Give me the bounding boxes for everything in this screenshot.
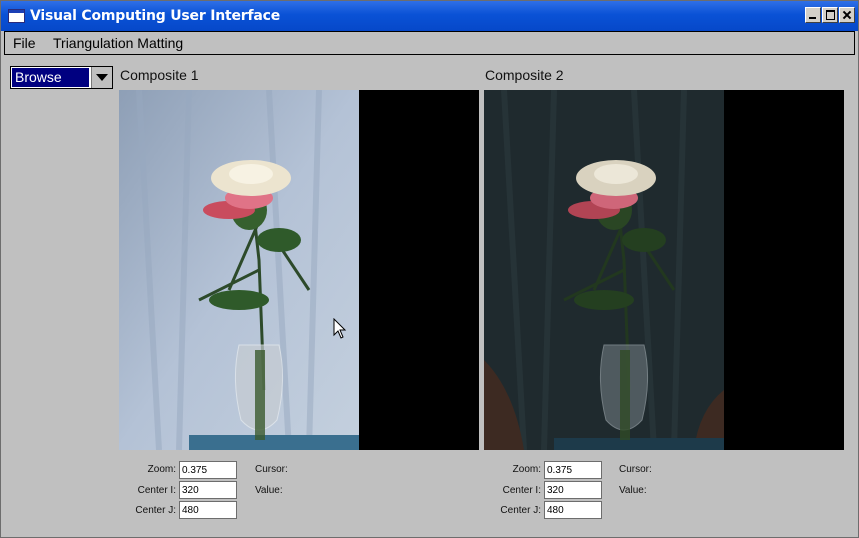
zoom-input-1[interactable] — [179, 461, 237, 479]
center-j-label-1: Center J: — [135, 505, 176, 516]
center-i-input-1[interactable] — [179, 481, 237, 499]
mode-dropdown-value: Browse — [12, 68, 89, 87]
center-j-input-2[interactable] — [544, 501, 602, 519]
minimize-button[interactable] — [805, 7, 821, 23]
composite-2-photo — [484, 90, 724, 450]
center-i-label-2: Center I: — [502, 485, 541, 496]
center-i-input-2[interactable] — [544, 481, 602, 499]
composite-1-label: Composite 1 — [120, 67, 199, 83]
cursor-label-1: Cursor: — [255, 464, 288, 475]
zoom-label-1: Zoom: — [147, 464, 176, 475]
composite-2-viewport[interactable] — [484, 90, 844, 450]
title-bar[interactable]: Visual Computing User Interface — [1, 1, 858, 31]
menu-bar: File Triangulation Matting — [4, 31, 855, 55]
center-j-input-1[interactable] — [179, 501, 237, 519]
mode-dropdown[interactable]: Browse — [10, 66, 113, 89]
center-i-label-1: Center I: — [137, 485, 176, 496]
zoom-label-2: Zoom: — [512, 464, 541, 475]
zoom-input-2[interactable] — [544, 461, 602, 479]
chevron-down-icon[interactable] — [91, 67, 112, 88]
app-window: Visual Computing User Interface File Tri… — [0, 0, 859, 538]
value-label-2: Value: — [619, 485, 647, 496]
menu-triangulation-matting[interactable]: Triangulation Matting — [53, 35, 183, 51]
maximize-button[interactable] — [822, 7, 838, 23]
window-title: Visual Computing User Interface — [30, 8, 281, 24]
composite-2-label: Composite 2 — [485, 67, 564, 83]
cursor-label-2: Cursor: — [619, 464, 652, 475]
window-app-icon — [8, 9, 25, 23]
menu-file[interactable]: File — [13, 35, 36, 51]
composite-1-viewport[interactable] — [119, 90, 479, 450]
center-j-label-2: Center J: — [500, 505, 541, 516]
value-label-1: Value: — [255, 485, 283, 496]
close-button[interactable] — [839, 7, 855, 23]
mouse-pointer-icon — [333, 318, 347, 339]
composite-1-photo — [119, 90, 359, 450]
